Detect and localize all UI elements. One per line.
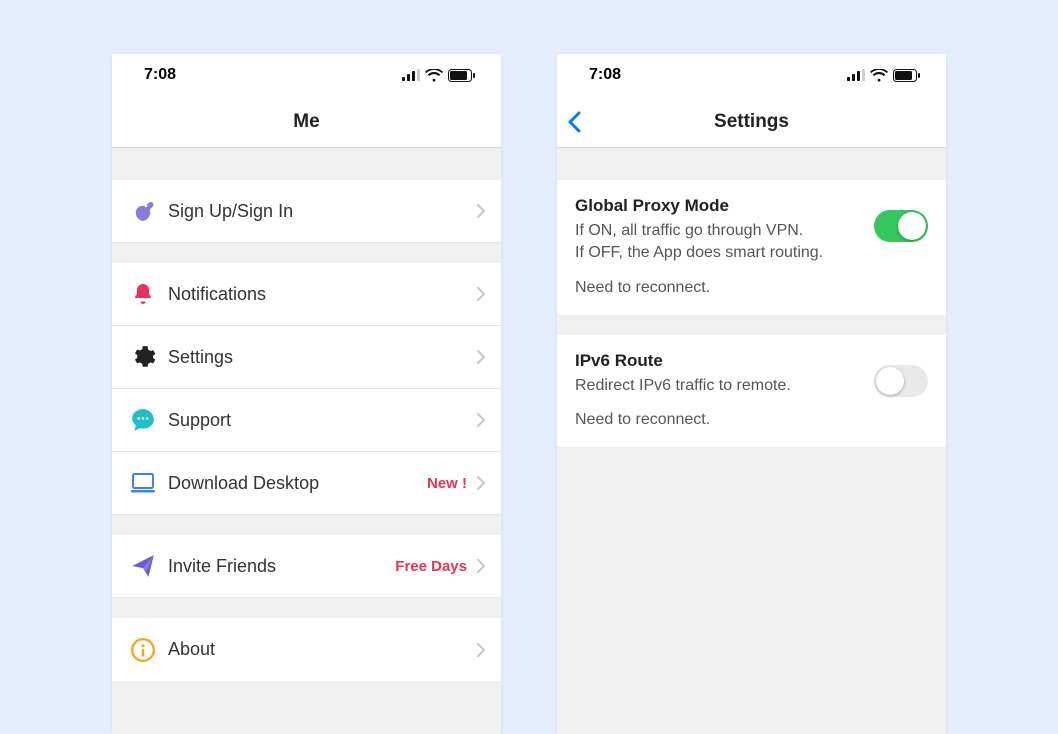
global-proxy-group: Global Proxy Mode If ON, all traffic go …	[557, 180, 946, 315]
download-desktop-row[interactable]: Download Desktop New !	[112, 452, 501, 515]
status-time: 7:08	[144, 66, 176, 84]
support-row[interactable]: Support	[112, 389, 501, 452]
battery-icon	[893, 69, 920, 82]
ipv6-group: IPv6 Route Redirect IPv6 traffic to remo…	[557, 335, 946, 447]
about-label: About	[168, 639, 477, 660]
squirrel-icon	[126, 194, 160, 228]
battery-icon	[448, 69, 475, 82]
global-proxy-title: Global Proxy Mode	[575, 196, 862, 216]
chevron-right-icon	[477, 204, 485, 218]
settings-label: Settings	[168, 347, 477, 368]
notifications-row[interactable]: Notifications	[112, 263, 501, 326]
nav-title: Me	[293, 111, 319, 133]
laptop-icon	[126, 466, 160, 500]
invite-friends-row[interactable]: Invite Friends Free Days	[112, 535, 501, 598]
bell-icon	[126, 277, 160, 311]
global-proxy-toggle[interactable]	[874, 210, 928, 242]
status-icons	[402, 69, 475, 82]
wifi-icon	[870, 69, 888, 82]
wifi-icon	[425, 69, 443, 82]
chevron-right-icon	[477, 643, 485, 657]
download-desktop-label: Download Desktop	[168, 473, 427, 494]
chevron-right-icon	[477, 350, 485, 364]
global-proxy-note: Need to reconnect.	[575, 279, 928, 297]
signin-row[interactable]: Sign Up/Sign In	[112, 180, 501, 243]
chevron-left-icon	[567, 111, 581, 133]
chevron-right-icon	[477, 559, 485, 573]
chat-icon	[126, 403, 160, 437]
notifications-label: Notifications	[168, 284, 477, 305]
cellular-icon	[402, 69, 420, 81]
status-time: 7:08	[589, 66, 621, 84]
settings-row[interactable]: Settings	[112, 326, 501, 389]
global-proxy-desc2: If OFF, the App does smart routing.	[575, 242, 862, 264]
status-bar: 7:08	[112, 54, 501, 96]
global-proxy-desc1: If ON, all traffic go through VPN.	[575, 220, 862, 242]
invite-friends-label: Invite Friends	[168, 556, 395, 577]
paper-plane-icon	[126, 549, 160, 583]
settings-content: Global Proxy Mode If ON, all traffic go …	[557, 148, 946, 734]
chevron-right-icon	[477, 287, 485, 301]
info-icon	[126, 633, 160, 667]
invite-badge: Free Days	[395, 558, 467, 575]
ipv6-title: IPv6 Route	[575, 351, 862, 371]
support-label: Support	[168, 410, 477, 431]
chevron-right-icon	[477, 413, 485, 427]
back-button[interactable]	[567, 111, 581, 133]
ipv6-note: Need to reconnect.	[575, 411, 928, 429]
about-row[interactable]: About	[112, 618, 501, 681]
nav-bar-me: Me	[112, 96, 501, 148]
settings-screen: 7:08 Settings Global Proxy Mode If ON, a…	[557, 54, 946, 734]
gear-icon	[126, 340, 160, 374]
ipv6-toggle[interactable]	[874, 365, 928, 397]
signin-label: Sign Up/Sign In	[168, 201, 477, 222]
chevron-right-icon	[477, 476, 485, 490]
ipv6-desc: Redirect IPv6 traffic to remote.	[575, 375, 862, 397]
download-badge: New !	[427, 475, 467, 492]
status-icons	[847, 69, 920, 82]
me-screen: 7:08 Me Sign Up/Sign In Notifications	[112, 54, 501, 734]
me-content: Sign Up/Sign In Notifications Settings S…	[112, 148, 501, 734]
nav-title: Settings	[714, 111, 789, 133]
nav-bar-settings: Settings	[557, 96, 946, 148]
status-bar: 7:08	[557, 54, 946, 96]
cellular-icon	[847, 69, 865, 81]
